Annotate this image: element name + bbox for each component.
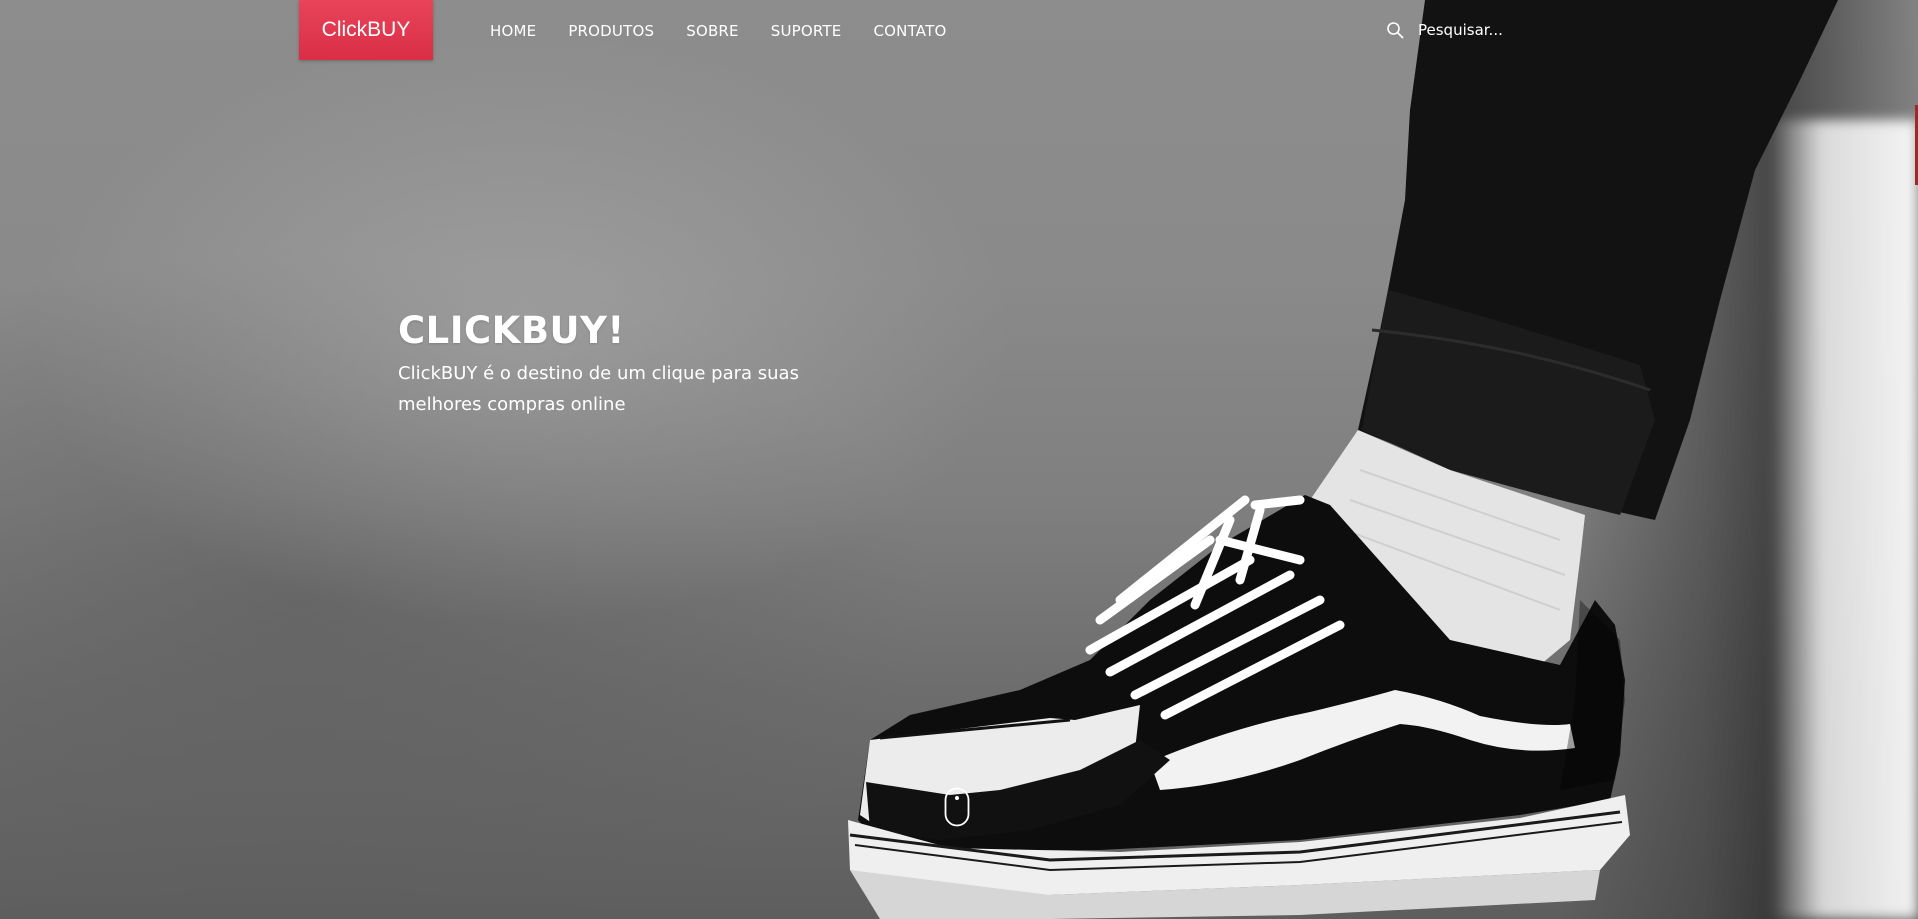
nav-link-produtos[interactable]: PRODUTOS	[568, 22, 654, 40]
main-menu: HOME PRODUTOS SOBRE SUPORTE CONTATO	[490, 0, 978, 60]
nav-link-suporte[interactable]: SUPORTE	[771, 22, 842, 40]
hero-sneaker-image	[848, 0, 1838, 919]
brand-logo[interactable]: ClickBUY	[299, 0, 433, 60]
nav-item-produtos: PRODUTOS	[568, 21, 654, 40]
search-icon[interactable]	[1386, 21, 1404, 39]
nav-item-contato: CONTATO	[873, 21, 946, 40]
search-input[interactable]	[1418, 21, 1568, 39]
nav-item-home: HOME	[490, 21, 536, 40]
hero-title: CLICKBUY!	[398, 309, 625, 352]
search-box	[1386, 18, 1568, 42]
nav-item-suporte: SUPORTE	[771, 21, 842, 40]
nav-link-sobre[interactable]: SOBRE	[686, 22, 739, 40]
hero-subtitle: ClickBUY é o destino de um clique para s…	[398, 363, 799, 415]
mouse-scroll-icon[interactable]	[944, 787, 970, 827]
nav-link-home[interactable]: HOME	[490, 22, 536, 40]
hero-section: ClickBUY HOME PRODUTOS SOBRE SUPORTE CON…	[0, 0, 1918, 919]
nav-link-contato[interactable]: CONTATO	[873, 22, 946, 40]
hero-text-block: CLICKBUY! ClickBUY é o destino de um cli…	[398, 306, 858, 420]
nav-item-sobre: SOBRE	[686, 21, 739, 40]
top-navbar: ClickBUY HOME PRODUTOS SOBRE SUPORTE CON…	[0, 0, 1918, 60]
